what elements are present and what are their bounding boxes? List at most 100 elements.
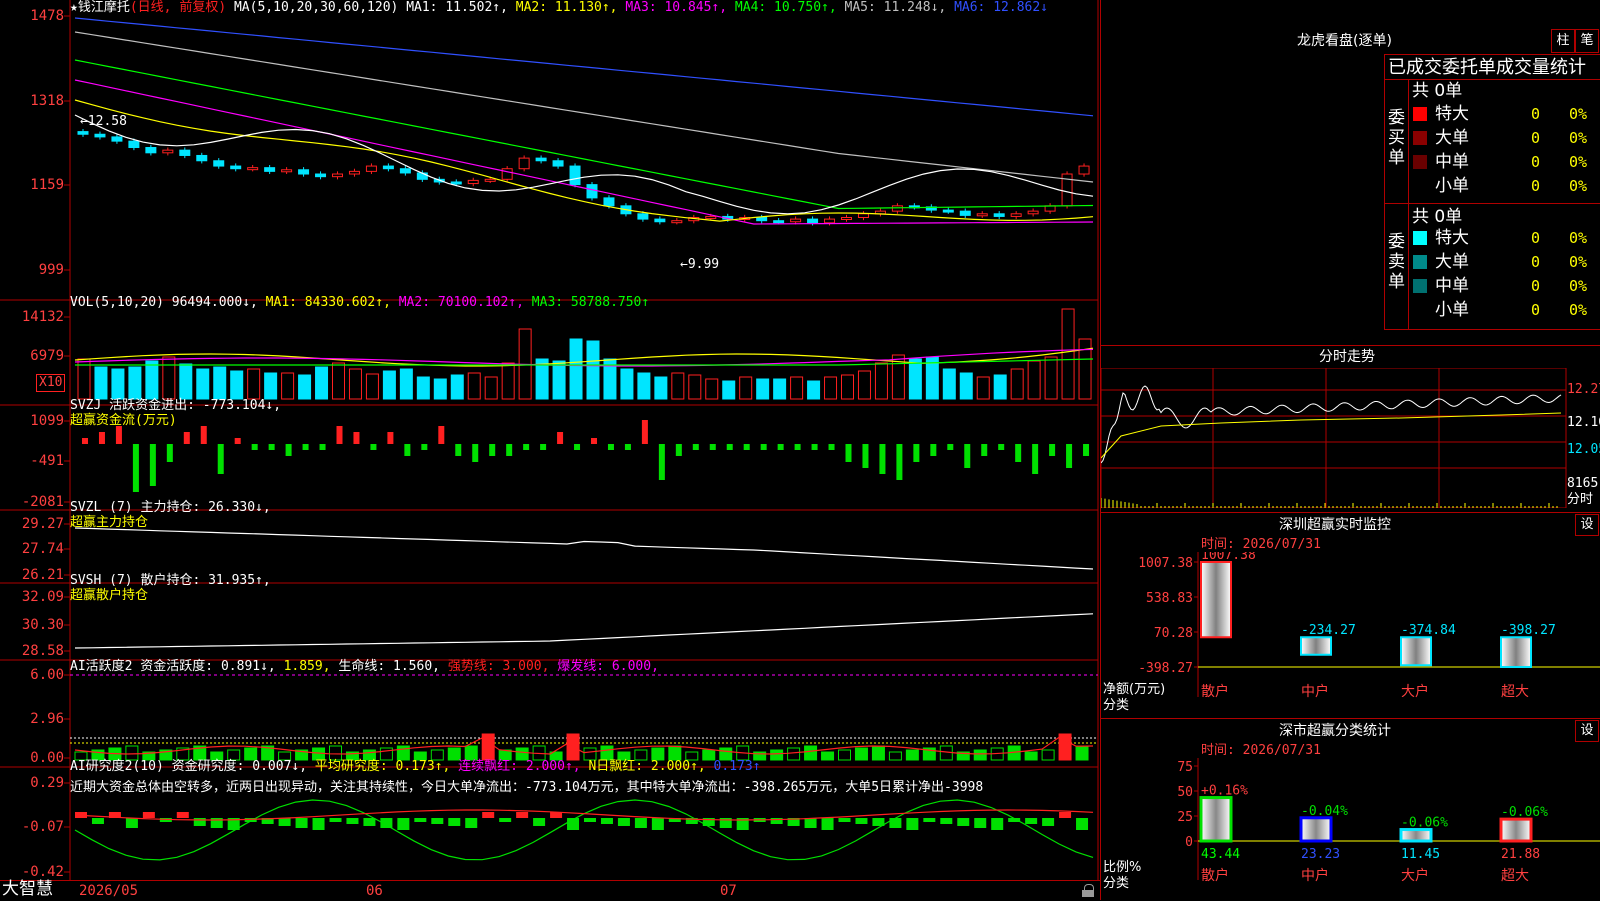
research-bar xyxy=(838,818,851,822)
sell-row-pct: 0% xyxy=(1569,277,1588,295)
buy-row-pct: 0% xyxy=(1569,153,1588,171)
sz-monitor-settings-button[interactable]: 设 xyxy=(1575,514,1599,536)
sell-row-pct: 0% xyxy=(1569,253,1588,271)
fund-flow-bar xyxy=(760,444,767,450)
sell-row-name: 特大 xyxy=(1435,228,1469,248)
volume-bar xyxy=(145,360,159,400)
fund-flow-bar xyxy=(743,444,750,450)
sz-class-settings-button[interactable]: 设 xyxy=(1575,720,1599,742)
fund-flow-bar xyxy=(523,444,530,450)
buy-side-label-col: 委买单 xyxy=(1385,80,1409,203)
activity-bar xyxy=(481,733,495,761)
intraday-y-high: 12.27 xyxy=(1567,382,1600,397)
buy-row-name: 中单 xyxy=(1435,152,1469,172)
candle-body xyxy=(416,172,428,180)
volume-bar xyxy=(1078,338,1092,400)
candle-body xyxy=(399,168,411,174)
tab-tick[interactable]: 笔 xyxy=(1575,29,1599,53)
class-bar xyxy=(1399,828,1433,843)
volume-bar xyxy=(247,368,261,400)
monitor-category: 中户 xyxy=(1301,683,1329,700)
research-bar xyxy=(1076,818,1089,830)
class-category: 大户 xyxy=(1401,867,1429,884)
svzl-label: SVZL (7) 主力持仓: 26.330↓, xyxy=(70,500,271,515)
main-y-label: 999 xyxy=(38,262,64,278)
volume-bar xyxy=(179,363,193,400)
tab-bar[interactable]: 柱 xyxy=(1551,29,1575,53)
fund-flow-bar xyxy=(862,444,869,468)
sz-class-axis-label: 比例% xyxy=(1103,860,1142,875)
monitor-y-label: -398.27 xyxy=(1138,661,1193,676)
volume-bar xyxy=(281,372,295,400)
activity-bar xyxy=(854,747,868,761)
volume-bar xyxy=(773,378,787,400)
main-y-label: 1478 xyxy=(30,8,64,24)
research-bar xyxy=(804,818,817,828)
research-bar xyxy=(889,818,902,828)
fund-flow-bar xyxy=(82,438,88,444)
svzl-y-label: 26.21 xyxy=(21,567,64,583)
candle-body xyxy=(586,184,598,199)
volume-bar xyxy=(332,362,345,400)
fund-flow-bar xyxy=(828,444,835,450)
volume-bar xyxy=(807,380,821,400)
sell-row-swatch xyxy=(1413,231,1427,245)
class-bar xyxy=(1499,817,1533,843)
main-y-label: 1318 xyxy=(30,93,64,109)
fund-flow-bar xyxy=(217,444,224,474)
class-value-label: 23.23 xyxy=(1301,847,1340,862)
volume-bar xyxy=(501,362,515,400)
vol-ma-value-2: MA3: 58788.750↑ xyxy=(531,295,650,310)
ai-research-y-label: -0.07 xyxy=(21,819,64,835)
main-holding-line xyxy=(74,527,1094,570)
sz-monitor-title: 深圳超赢实时监控 xyxy=(1279,517,1391,533)
ai-active-part-3: 强势线: 3.000, xyxy=(447,659,558,674)
monitor-bar-0 xyxy=(1200,561,1232,639)
ai-active-part-4: 爆发线: 6.000, xyxy=(557,659,659,674)
fund-flow-bar xyxy=(438,426,445,444)
monitor-bar-label: -398.27 xyxy=(1501,623,1556,638)
intraday-price-line xyxy=(1101,385,1562,464)
chart-mode: (日线, 前复权) xyxy=(129,0,227,15)
activity-bar xyxy=(125,745,139,761)
buy-row-swatch xyxy=(1413,131,1427,145)
ai-research-part-0: AI研究度2(10) 资金研究度: 0.007↓, xyxy=(70,759,315,774)
ma-value-0: MA1: 11.502↑, xyxy=(406,0,516,15)
volume-bar xyxy=(484,376,498,400)
research-bar xyxy=(991,818,1004,830)
volume-bar xyxy=(654,376,668,400)
candle-body xyxy=(77,131,89,135)
stock-name[interactable]: 钱江摩托 xyxy=(78,0,130,15)
volume-bar xyxy=(264,372,278,400)
activity-bar xyxy=(821,751,835,761)
buy-row-name: 大单 xyxy=(1435,128,1469,148)
fund-flow-bar xyxy=(981,444,988,456)
sell-total: 共 0单 xyxy=(1412,207,1463,227)
intraday-vol-label: 8165 xyxy=(1567,476,1599,491)
activity-bar xyxy=(804,745,818,761)
fund-flow-bar xyxy=(472,444,479,462)
candle-body xyxy=(315,173,327,178)
ai-research-part-4: 0.173↑ xyxy=(713,759,761,774)
sz-monitor-time: 时间: 2026/07/31 xyxy=(1201,537,1321,552)
ma-params: MA(5,10,20,30,60,120) xyxy=(233,0,399,15)
research-bar xyxy=(125,818,138,828)
x-label-jun: 06 xyxy=(366,883,383,899)
intraday-chart[interactable] xyxy=(1101,368,1600,508)
fund-flow-bar xyxy=(947,444,954,450)
x-label-jul: 07 xyxy=(720,883,737,899)
volume-bar xyxy=(552,360,566,400)
star-icon: ★ xyxy=(70,0,78,15)
candle-body xyxy=(213,160,225,167)
candle-body xyxy=(230,165,242,170)
candle-body xyxy=(162,149,174,154)
svsh-y-label: 28.58 xyxy=(21,643,64,659)
candle-body xyxy=(348,170,360,175)
monitor-category: 超大 xyxy=(1501,684,1529,700)
monitor-bar-rect xyxy=(1400,636,1432,667)
volume-bar xyxy=(739,376,753,400)
high-annotation: ←12.58 xyxy=(80,114,127,129)
vol-y-label: 14132 xyxy=(21,309,64,325)
x-label-may: 2026/05 xyxy=(79,883,139,899)
fund-flow-bar xyxy=(540,444,547,450)
